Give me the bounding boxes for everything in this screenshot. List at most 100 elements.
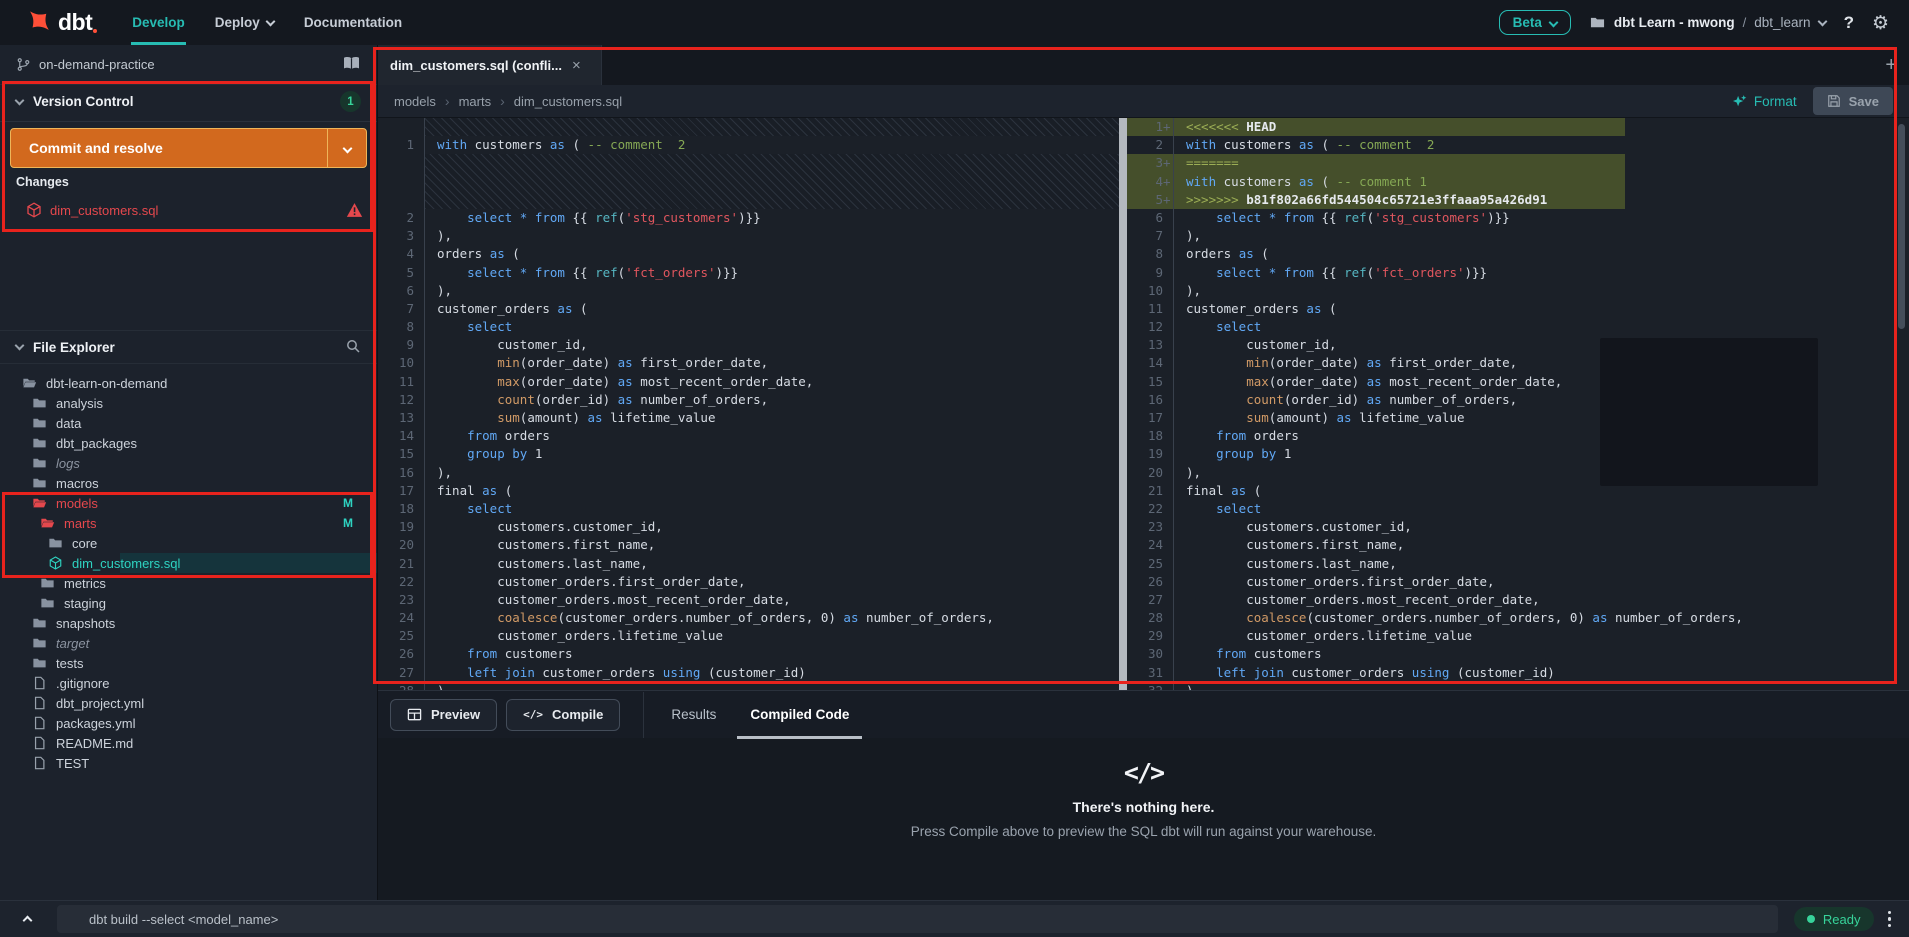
command-input[interactable]: dbt build --select <model_name> [57,905,1778,933]
code-line-right-25[interactable]: 25 customers.last_name, [1127,554,1909,573]
code-line-left-27[interactable]: 27 left join customer_orders using (cust… [378,663,1119,682]
format-button[interactable]: Format [1732,94,1797,109]
tree-item-packages-yml[interactable]: packages.yml [0,713,377,733]
editor-scrollbar[interactable] [1119,118,1127,690]
code-line-right-26[interactable]: 26 customer_orders.first_order_date, [1127,572,1909,591]
tree-item-macros[interactable]: macros [0,473,377,493]
changed-file-row[interactable]: dim_customers.sql [0,197,377,223]
tree-item-dim-customers-sql[interactable]: dim_customers.sql [0,553,377,573]
code-line-left-6[interactable]: 6), [378,281,1119,300]
docs-book-icon[interactable] [342,56,361,74]
code-line-right-3[interactable]: 3 + ======= [1127,154,1909,173]
code-line-right-22[interactable]: 22 select [1127,499,1909,519]
code-line-right-8[interactable]: 8 orders as ( [1127,245,1909,264]
nav-item-deploy[interactable]: Deploy [200,0,289,45]
code-line-left-25[interactable]: 25 customer_orders.lifetime_value [378,627,1119,646]
tree-item-metrics[interactable]: metrics [0,573,377,593]
tree-item-staging[interactable]: staging [0,593,377,613]
code-line-right-32[interactable]: 32) [1127,681,1909,690]
tab-results[interactable]: Results [654,691,733,739]
commit-and-resolve-button[interactable]: Commit and resolve [10,128,367,168]
editor-tab[interactable]: dim_customers.sql (confli... × [378,45,602,85]
code-line-left-2[interactable]: 2 select * from {{ ref('stg_customers')}… [378,208,1119,228]
compile-button[interactable]: </> Compile [506,698,621,731]
file-explorer-header[interactable]: File Explorer [0,330,377,364]
code-line-right-11[interactable]: 11 customer_orders as ( [1127,299,1909,319]
code-line-left-9[interactable]: 9 customer_id, [378,336,1119,355]
code-line-right-1[interactable]: 1 + <<<<<<< HEAD [1127,118,1909,137]
tree-item-test[interactable]: TEST [0,753,377,773]
code-line-left-5[interactable]: 5 select * from {{ ref('fct_orders')}} [378,263,1119,282]
code-line-left-20[interactable]: 20 customers.first_name, [378,536,1119,555]
tree-item-models[interactable]: models M [0,493,377,513]
code-line-left-28[interactable]: 28) [378,681,1119,690]
code-line-right-9[interactable]: 9 select * from {{ ref('fct_orders')}} [1127,263,1909,282]
commit-options-dropdown[interactable] [328,129,366,167]
tree-item-marts[interactable]: marts M [0,513,377,533]
code-line-right-7[interactable]: 7), [1127,227,1909,246]
code-line-left-16[interactable]: 16), [378,463,1119,482]
breadcrumb-item[interactable]: models [394,94,436,109]
new-tab-button[interactable]: + [1885,54,1897,77]
tree-item-analysis[interactable]: analysis [0,393,377,413]
code-line-right-31[interactable]: 31 left join customer_orders using (cust… [1127,663,1909,682]
save-button[interactable]: Save [1812,87,1893,115]
code-line-left-8[interactable]: 8 select [378,318,1119,337]
code-line-left-12[interactable]: 12 count(order_id) as number_of_orders, [378,390,1119,410]
nav-item-documentation[interactable]: Documentation [289,0,417,45]
code-line-left-11[interactable]: 11 max(order_date) as most_recent_order_… [378,372,1119,391]
project-selector[interactable]: dbt Learn - mwong / dbt_learn [1589,15,1828,30]
code-line-right-28[interactable]: 28 coalesce(customer_orders.number_of_or… [1127,609,1909,628]
code-line-right-12[interactable]: 12 select [1127,318,1909,337]
tree-item-core[interactable]: core [0,533,377,553]
code-line-left-18[interactable]: 18 select [378,499,1119,519]
code-line-left-14[interactable]: 14 from orders [378,427,1119,446]
tree-item-dbt-project-yml[interactable]: dbt_project.yml [0,693,377,713]
code-line-right-23[interactable]: 23 customers.customer_id, [1127,518,1909,537]
code-line-right-2[interactable]: 2 with customers as ( -- comment 2 [1127,136,1909,155]
tree-item-snapshots[interactable]: snapshots [0,613,377,633]
tree-item-target[interactable]: target [0,633,377,653]
code-line-right-30[interactable]: 30 from customers [1127,645,1909,664]
code-line-right-4[interactable]: 4 + with customers as ( -- comment 1 [1127,172,1909,191]
tree-item-logs[interactable]: logs [0,453,377,473]
tree-item-dbt-packages[interactable]: dbt_packages [0,433,377,453]
code-line-left-15[interactable]: 15 group by 1 [378,445,1119,464]
code-line-left-13[interactable]: 13 sum(amount) as lifetime_value [378,409,1119,428]
code-line-left-22[interactable]: 22 customer_orders.first_order_date, [378,572,1119,591]
kebab-menu-icon[interactable] [1887,910,1891,928]
scrollbar-thumb[interactable] [1898,124,1905,329]
code-line-left-26[interactable]: 26 from customers [378,645,1119,664]
beta-dropdown[interactable]: Beta [1498,10,1571,35]
code-line-right-10[interactable]: 10), [1127,281,1909,300]
code-line-right-5[interactable]: 5 + >>>>>>> b81f802a66fd544504c65721e3ffaa… [1127,190,1909,209]
tree-item--gitignore[interactable]: .gitignore [0,673,377,693]
code-line-right-24[interactable]: 24 customers.first_name, [1127,536,1909,555]
code-line-left-10[interactable]: 10 min(order_date) as first_order_date, [378,354,1119,373]
dbt-logo[interactable]: dbt [22,8,98,38]
code-line-left-3[interactable]: 3), [378,227,1119,246]
code-line-left-24[interactable]: 24 coalesce(customer_orders.number_of_or… [378,609,1119,628]
gear-icon[interactable]: ⚙ [1872,12,1889,34]
code-line-left-17[interactable]: 17 final as ( [378,481,1119,500]
nav-item-develop[interactable]: Develop [117,0,200,45]
code-line-right-29[interactable]: 29 customer_orders.lifetime_value [1127,627,1909,646]
code-line-left-21[interactable]: 21 customers.last_name, [378,554,1119,573]
code-line-left-7[interactable]: 7 customer_orders as ( [378,299,1119,319]
tab-compiled-code[interactable]: Compiled Code [733,691,866,739]
breadcrumb-item[interactable]: dim_customers.sql [514,94,622,109]
tree-item-readme-md[interactable]: README.md [0,733,377,753]
preview-button[interactable]: Preview [390,698,498,731]
tree-item-tests[interactable]: tests [0,653,377,673]
close-icon[interactable]: × [572,57,581,74]
tree-item-dbt-learn-on-demand[interactable]: dbt-learn-on-demand [0,373,377,393]
breadcrumb-item[interactable]: marts [459,94,492,109]
code-line-right-6[interactable]: 6 select * from {{ ref('stg_customers')}… [1127,208,1909,228]
version-control-header[interactable]: Version Control 1 [0,85,377,118]
tree-item-data[interactable]: data [0,413,377,433]
help-icon[interactable]: ? [1844,13,1854,33]
code-line-right-27[interactable]: 27 customer_orders.most_recent_order_dat… [1127,590,1909,610]
code-line-left-23[interactable]: 23 customer_orders.most_recent_order_dat… [378,590,1119,610]
expand-panel-icon[interactable] [22,912,33,927]
code-line-left-4[interactable]: 4 orders as ( [378,245,1119,264]
